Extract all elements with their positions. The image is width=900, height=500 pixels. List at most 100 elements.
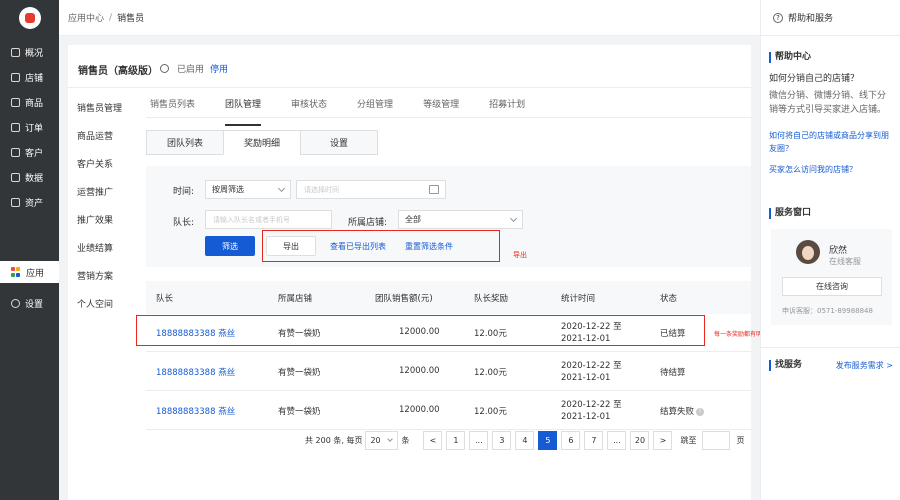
service-window-title: 服务窗口 [769,208,893,219]
page-button[interactable]: 3 [492,430,512,450]
nav-item-label: 数据 [25,173,44,184]
content-tab[interactable]: 团队列表 [146,130,224,155]
logo-icon[interactable] [18,7,41,29]
store-select[interactable]: 全部 [398,210,523,229]
page-button[interactable]: 7 [584,430,604,450]
next-page-button[interactable]: > [653,430,673,450]
export-annotation-note: 导出 [513,251,527,259]
page-size-select[interactable]: 20 [365,430,399,450]
table-row: 18888883388 燕丝 有赞一袋奶 12000.00 12.00元 2020-12… [146,314,751,352]
content-tab[interactable]: 设置 [300,130,378,155]
content-tab[interactable]: 奖励明细 [223,130,301,155]
leader-link[interactable]: 18888883388 燕丝 [156,405,235,417]
prev-page-button[interactable]: < [423,430,443,450]
nav-item[interactable]: 资产 [0,191,59,213]
status-circle-icon [160,64,169,73]
page-button[interactable]: ... [607,430,627,450]
leader-link[interactable]: 18888883388 燕丝 [156,366,235,378]
tab[interactable]: 分组管理 [357,97,393,117]
page-button[interactable]: 4 [515,430,535,450]
help-header: ? 帮助和服务 [761,0,900,36]
tab[interactable]: 团队管理 [225,97,262,126]
leader-link[interactable]: 18888883388 燕丝 [156,327,235,339]
service-card: 欣然 在线客服 在线咨询 申诉客服：0571-89988848 [771,229,892,325]
nav-item-label: 资产 [25,198,44,209]
app-status: 已启用 停用 [160,62,228,75]
help-link[interactable]: 如何将自己的店铺或商品分享到朋友圈？ [769,129,893,155]
jump-label: 跳至 [680,435,697,445]
online-consult-button[interactable]: 在线咨询 [782,277,882,296]
nav-item-apps[interactable]: 应用 [0,261,59,283]
settle-status: 已结算 [660,327,686,339]
view-exports-link[interactable]: 查看已导出列表 [330,241,386,252]
page-button[interactable]: 6 [561,430,581,450]
stop-link[interactable]: 停用 [210,62,228,75]
help-link[interactable]: 买家怎么访问我的店铺？ [769,163,893,176]
nav-item[interactable]: 客户 [0,141,59,163]
breadcrumb: 应用中心 / 销售员 [59,0,760,36]
status-text: 结算失败 [660,407,695,417]
page-button[interactable]: 1 [446,430,466,450]
stat-time-start: 2020-12-22 至 [561,361,622,371]
leader-reward: 12.00元 [474,407,507,417]
nav-item[interactable]: 商品 [0,91,59,113]
table-row: 18888883388 燕丝 有赞一袋奶 12000.00 12.00元 2020-12… [146,353,751,391]
goods-icon [11,97,20,107]
leader-search-input[interactable]: 请输入队长名或者手机号 [205,210,332,229]
agent-status: 在线客服 [829,257,861,266]
column-header: 队长奖励 [474,293,509,304]
filter-button[interactable]: 筛选 [205,236,255,256]
input-placeholder: 请选择时间 [304,185,339,194]
stat-time-start: 2020-12-22 至 [561,400,622,410]
chevron-down-icon [509,214,518,223]
subnav-item[interactable]: 营销方案 [68,261,140,289]
breadcrumb-root[interactable]: 应用中心 [68,11,104,24]
subnav-item[interactable]: 商品运营 [68,121,140,149]
find-service-row: 找服务 发布服务需求 > [769,360,893,371]
nav-item-label: 概况 [25,48,44,59]
page-button[interactable]: ... [469,430,489,450]
input-placeholder: 请输入队长名或者手机号 [213,215,290,224]
nav-item-label: 店铺 [25,73,44,84]
subnav-item[interactable]: 推广效果 [68,205,140,233]
select-value: 全部 [405,215,421,224]
reset-filter-link[interactable]: 重置筛选条件 [405,241,453,252]
breadcrumb-current: 销售员 [117,14,145,24]
subnav-item[interactable]: 个人空间 [68,289,140,317]
subnav-item[interactable]: 业绩结算 [68,233,140,261]
tab[interactable]: 等级管理 [423,97,459,117]
time-mode-select[interactable]: 按周筛选 [205,180,291,199]
calendar-icon [429,185,439,194]
page-button[interactable]: 20 [630,430,650,450]
apps-icon [11,267,21,277]
divider [761,347,900,348]
tab[interactable]: 销售员列表 [150,97,195,117]
divider [146,117,751,118]
subnav-item[interactable]: 客户关系 [68,149,140,177]
filter-panel: 时间: 按周筛选 请选择时间 队长: 请输入队长名或者手机号 所属店铺: 全部 … [146,166,751,267]
time-picker-input[interactable]: 请选择时间 [296,180,446,199]
main-panel: 销售员（高级版） 已启用 停用 销售员管理 商品运营 客户关系 运营推广 推广效果 业绩结… [68,45,751,500]
content-tab-bar: 团队列表 奖励明细 设置 [146,130,378,155]
leader-label: 队长: [173,218,195,228]
export-button[interactable]: 导出 [266,236,316,256]
post-request-link[interactable]: 发布服务需求 > [836,360,893,371]
pagination: 共 200 条, 每页 20 条 < 1... 3 4 5 6 7... 20 > 跳至 页 [305,430,744,450]
nav-item-label: 订单 [25,123,44,134]
nav-item[interactable]: 店铺 [0,66,59,88]
tab[interactable]: 招募计划 [489,97,525,117]
page-jump-input[interactable] [702,430,731,450]
leader-reward: 12.00元 [474,368,507,378]
subnav-item[interactable]: 销售员管理 [68,93,140,121]
nav-item[interactable]: 概况 [0,41,59,63]
nav-item-label: 应用 [26,268,45,279]
page-button[interactable]: 5 [538,430,558,450]
nav-item[interactable]: 数据 [0,166,59,188]
nav-item-settings[interactable]: 设置 [0,292,59,314]
nav-item[interactable]: 订单 [0,116,59,138]
help-title: 帮助和服务 [788,14,834,24]
tab[interactable]: 审核状态 [291,97,327,117]
info-icon[interactable]: ! [696,407,705,416]
subnav-item[interactable]: 运营推广 [68,177,140,205]
order-icon [11,122,20,132]
